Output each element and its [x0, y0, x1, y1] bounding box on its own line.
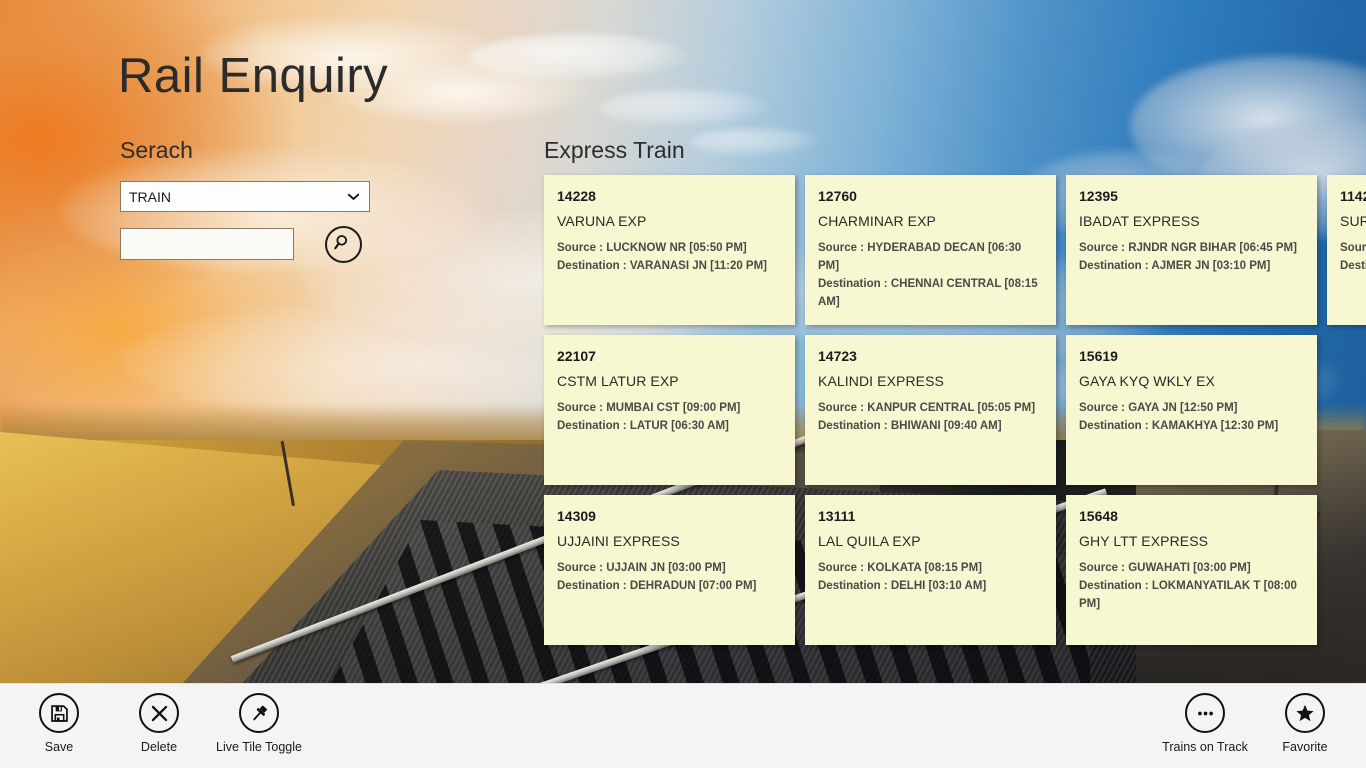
pin-icon [239, 693, 279, 733]
close-x-icon [139, 693, 179, 733]
train-source: Source : MUMBAI CST [09:00 PM] [557, 402, 741, 415]
train-source: Source : GUWAHATI [03:00 PM] [1079, 562, 1251, 575]
train-destination: Destin [1340, 260, 1366, 273]
train-code: 15648 [1079, 508, 1118, 524]
train-tile[interactable]: 14723 KALINDI EXPRESS Source : KANPUR CE… [805, 335, 1056, 485]
trains-on-track-button[interactable]: Trains on Track [1159, 693, 1251, 754]
train-tile[interactable]: 15648 GHY LTT EXPRESS Source : GUWAHATI … [1066, 495, 1317, 645]
trains-on-track-label: Trains on Track [1162, 740, 1248, 754]
search-icon [333, 232, 354, 258]
train-destination: Destination : DELHI [03:10 AM] [818, 580, 987, 593]
search-section-heading: Serach [120, 137, 193, 163]
live-tile-toggle-label: Live Tile Toggle [216, 740, 302, 754]
train-tile[interactable]: 22107 CSTM LATUR EXP Source : MUMBAI CST… [544, 335, 795, 485]
train-name: UJJAINI EXPRESS [557, 533, 680, 550]
save-label: Save [44, 740, 74, 754]
train-name: LAL QUILA EXP [818, 533, 921, 550]
train-destination: Destination : CHENNAI CENTRAL [08:15 AM] [818, 278, 1038, 308]
search-type-select[interactable]: TRAIN [120, 181, 370, 212]
live-tile-toggle-button[interactable]: Live Tile Toggle [213, 693, 305, 754]
train-source: Source : LUCKNOW NR [05:50 PM] [557, 242, 747, 255]
train-code: 14228 [557, 188, 596, 204]
train-code: 14723 [818, 348, 857, 364]
save-icon [39, 693, 79, 733]
train-tile-grid: 14228 VARUNA EXP Source : LUCKNOW NR [05… [544, 175, 1366, 665]
train-tile[interactable]: 13111 LAL QUILA EXP Source : KOLKATA [08… [805, 495, 1056, 645]
train-code: 15619 [1079, 348, 1118, 364]
ellipsis-icon [1185, 693, 1225, 733]
train-destination: Destination : VARANASI JN [11:20 PM] [557, 260, 768, 273]
train-tile[interactable]: 12395 IBADAT EXPRESS Source : RJNDR NGR … [1066, 175, 1317, 325]
favorite-label: Favorite [1282, 740, 1328, 754]
train-destination: Destination : BHIWANI [09:40 AM] [818, 420, 1002, 433]
bottom-app-bar: Save Delete Live Tile Toggle Trains on T… [0, 683, 1366, 768]
train-tile[interactable]: 15619 GAYA KYQ WKLY EX Source : GAYA JN … [1066, 335, 1317, 485]
train-name: CSTM LATUR EXP [557, 373, 679, 390]
train-code: 11423 [1340, 188, 1366, 204]
train-code: 12395 [1079, 188, 1118, 204]
train-name: GHY LTT EXPRESS [1079, 533, 1209, 550]
chevron-down-icon [347, 190, 360, 203]
train-source: Source : KANPUR CENTRAL [05:05 PM] [818, 402, 1036, 415]
express-section-heading: Express Train [544, 137, 685, 163]
search-type-value: TRAIN [129, 188, 171, 205]
train-code: 14309 [557, 508, 596, 524]
train-destination: Destination : LOKMANYATILAK T [08:00 PM] [1079, 580, 1297, 611]
train-destination: Destination : DEHRADUN [07:00 PM] [557, 580, 757, 593]
train-source: Source : UJJAIN JN [03:00 PM] [557, 562, 726, 575]
train-name: CHARMINAR EXP [818, 213, 936, 230]
train-tile[interactable]: 11423 SUR Sourc Destin [1327, 175, 1366, 325]
train-source: Source : HYDERABAD DECAN [06:30 PM] [818, 242, 1022, 273]
page-title: Rail Enquiry [118, 49, 389, 103]
search-button[interactable] [325, 226, 362, 263]
train-code: 12760 [818, 188, 857, 204]
save-button[interactable]: Save [13, 693, 105, 754]
train-code: 13111 [818, 508, 856, 524]
train-name: SUR [1340, 213, 1366, 230]
favorite-button[interactable]: Favorite [1259, 693, 1351, 754]
train-tile[interactable]: 12760 CHARMINAR EXP Source : HYDERABAD D… [805, 175, 1056, 325]
train-name: GAYA KYQ WKLY EX [1079, 373, 1215, 390]
train-source: Sourc [1340, 242, 1366, 255]
train-source: Source : GAYA JN [12:50 PM] [1079, 402, 1238, 415]
train-name: KALINDI EXPRESS [818, 373, 944, 390]
train-destination: Destination : KAMAKHYA [12:30 PM] [1079, 420, 1279, 433]
train-source: Source : KOLKATA [08:15 PM] [818, 562, 982, 575]
train-code: 22107 [557, 348, 596, 364]
star-icon [1285, 693, 1325, 733]
delete-label: Delete [140, 740, 178, 754]
search-input[interactable] [120, 228, 294, 260]
train-tile[interactable]: 14309 UJJAINI EXPRESS Source : UJJAIN JN… [544, 495, 795, 645]
train-name: VARUNA EXP [557, 213, 647, 230]
delete-button[interactable]: Delete [113, 693, 205, 754]
train-destination: Destination : AJMER JN [03:10 PM] [1079, 260, 1271, 273]
train-name: IBADAT EXPRESS [1079, 213, 1200, 230]
train-tile[interactable]: 14228 VARUNA EXP Source : LUCKNOW NR [05… [544, 175, 795, 325]
train-destination: Destination : LATUR [06:30 AM] [557, 420, 729, 433]
train-source: Source : RJNDR NGR BIHAR [06:45 PM] [1079, 242, 1297, 255]
